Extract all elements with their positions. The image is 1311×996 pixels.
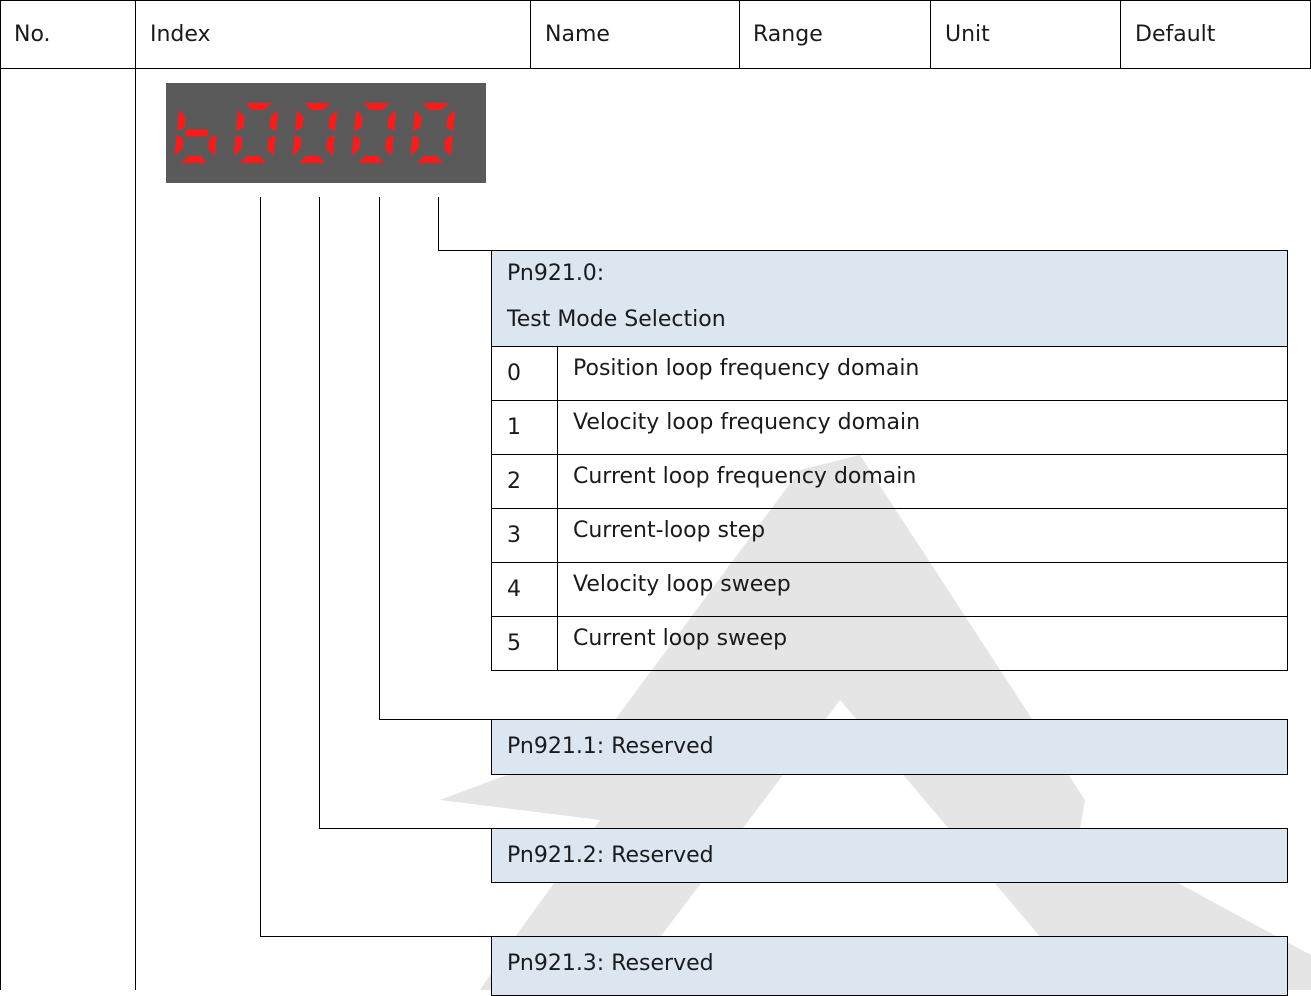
segment-f (177, 110, 186, 131)
segment-e (351, 135, 361, 156)
option-row: 1 Velocity loop frequency domain (491, 401, 1288, 455)
col-divider-1 (135, 0, 136, 990)
header-range: Range (753, 22, 823, 47)
connector-digit2 (319, 197, 320, 828)
segment-b (328, 110, 338, 131)
segment-c (326, 135, 335, 156)
option-divider (557, 347, 558, 400)
col-divider-5 (1120, 0, 1121, 68)
digit1-label: Pn921.1: Reserved (507, 734, 714, 759)
header-index: Index (150, 22, 211, 47)
segment-a (246, 103, 272, 110)
option-label: Position loop frequency domain (573, 356, 920, 381)
segment-b (387, 110, 397, 131)
option-value: 5 (507, 631, 521, 656)
option-divider (557, 401, 558, 454)
option-divider (557, 563, 558, 616)
segment-f (295, 110, 304, 131)
option-label: Velocity loop sweep (573, 572, 791, 597)
option-row: 2 Current loop frequency domain (491, 455, 1288, 509)
connector-digit2-h (319, 828, 491, 829)
connector-digit1 (379, 197, 380, 719)
digit3-label: Pn921.3: Reserved (507, 951, 714, 976)
digit-4 (410, 103, 456, 163)
option-value: 3 (507, 523, 521, 548)
digit-0 (174, 110, 217, 163)
segment-c (208, 135, 217, 156)
option-row: 0 Position loop frequency domain (491, 347, 1288, 401)
segment-e (233, 135, 243, 156)
header-top-border (0, 0, 1311, 1)
option-label: Current loop frequency domain (573, 464, 917, 489)
digit0-header-box: Pn921.0: Test Mode Selection (491, 250, 1288, 347)
segment-c (385, 135, 394, 156)
option-divider (557, 617, 558, 670)
header-unit: Unit (945, 22, 990, 47)
connector-digit0-h (438, 250, 491, 251)
segment-a (305, 103, 331, 110)
segment-d (358, 156, 384, 163)
table-left-border (0, 0, 1, 990)
seven-segment-display (166, 83, 486, 183)
option-divider (557, 455, 558, 508)
segment-d (299, 156, 325, 163)
segment-d (240, 156, 266, 163)
segment-a (423, 103, 449, 110)
digit0-code: Pn921.0: (507, 261, 605, 286)
segment-e (174, 135, 184, 156)
col-divider-3 (739, 0, 740, 68)
option-divider (557, 509, 558, 562)
segment-d (181, 156, 207, 163)
digit-2 (292, 103, 338, 163)
header-bottom-border (0, 68, 1311, 69)
header-name: Name (545, 22, 610, 47)
digit2-label: Pn921.2: Reserved (507, 843, 714, 868)
option-label: Velocity loop frequency domain (573, 410, 921, 435)
col-divider-2 (530, 0, 531, 68)
connector-digit0 (438, 197, 439, 250)
option-row: 5 Current loop sweep (491, 617, 1288, 671)
digit0-title: Test Mode Selection (507, 307, 726, 332)
segment-g (185, 129, 209, 137)
seven-segment-digits (174, 103, 456, 163)
option-row: 4 Velocity loop sweep (491, 563, 1288, 617)
header-no: No. (14, 22, 51, 47)
col-divider-4 (930, 0, 931, 68)
segment-e (410, 135, 420, 156)
option-value: 1 (507, 415, 521, 440)
option-label: Current-loop step (573, 518, 766, 543)
digit2-box: Pn921.2: Reserved (491, 828, 1288, 883)
segment-a (364, 103, 390, 110)
digit-3 (351, 103, 397, 163)
segment-b (446, 110, 456, 131)
option-row: 3 Current-loop step (491, 509, 1288, 563)
connector-digit1-h (379, 719, 491, 720)
segment-b (269, 110, 279, 131)
segment-f (413, 110, 422, 131)
segment-f (236, 110, 245, 131)
connector-digit3-h (260, 936, 491, 937)
segment-d (417, 156, 443, 163)
segment-c (444, 135, 453, 156)
option-label: Current loop sweep (573, 626, 788, 651)
option-value: 2 (507, 469, 521, 494)
header-default: Default (1135, 22, 1216, 47)
digit-1 (233, 103, 279, 163)
option-value: 4 (507, 577, 521, 602)
digit1-box: Pn921.1: Reserved (491, 719, 1288, 775)
option-value: 0 (507, 361, 521, 386)
digit3-box: Pn921.3: Reserved (491, 936, 1288, 996)
segment-e (292, 135, 302, 156)
segment-f (354, 110, 363, 131)
connector-digit3 (260, 197, 261, 936)
segment-c (267, 135, 276, 156)
